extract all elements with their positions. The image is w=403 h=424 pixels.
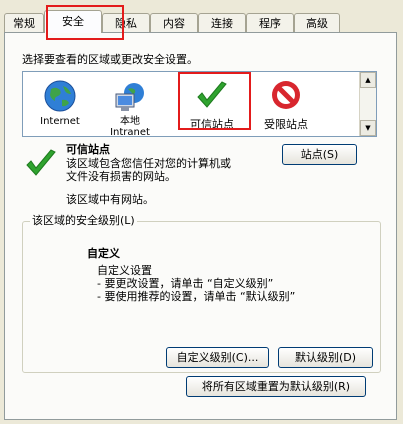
reset-all-zones-button[interactable]: 将所有区域重置为默认级别(R) bbox=[186, 376, 366, 397]
restricted-icon bbox=[268, 78, 304, 114]
security-level-line-3: - 要使用推荐的设置，请单击 “默认级别” bbox=[97, 290, 296, 303]
zone-internet-label: Internet bbox=[40, 116, 80, 127]
tab-content[interactable]: 内容 bbox=[150, 13, 198, 32]
zone-list[interactable]: Internet 本地 Intranet 可信站点 受限站点 ▲ ▼ bbox=[22, 71, 377, 138]
tab-content-label: 内容 bbox=[163, 17, 185, 30]
scroll-down-arrow-icon[interactable]: ▼ bbox=[360, 120, 376, 136]
tab-general-label: 常规 bbox=[13, 17, 35, 30]
tab-programs-label: 程序 bbox=[259, 17, 281, 30]
tab-connections-label: 连接 bbox=[211, 17, 233, 30]
tab-general[interactable]: 常规 bbox=[4, 13, 44, 32]
zone-internet[interactable]: Internet bbox=[25, 78, 95, 127]
zone-restricted-sites[interactable]: 受限站点 bbox=[251, 78, 321, 132]
tab-security[interactable]: 安全 bbox=[44, 10, 102, 33]
custom-level-button[interactable]: 自定义级别(C)... bbox=[166, 347, 269, 368]
security-level-group-label: 该区域的安全级别(L) bbox=[30, 212, 137, 228]
selected-zone-description-2: 文件没有损害的网站。 bbox=[66, 170, 176, 183]
tab-privacy-label: 隐私 bbox=[115, 17, 137, 30]
zone-restricted-label: 受限站点 bbox=[264, 118, 308, 131]
intranet-icon bbox=[112, 78, 148, 114]
selected-zone-checkmark-icon bbox=[23, 146, 59, 182]
instruction-text: 选择要查看的区域或更改安全设置。 bbox=[22, 53, 198, 66]
tab-advanced-label: 高级 bbox=[306, 17, 328, 30]
security-level-title: 自定义 bbox=[87, 247, 120, 260]
globe-icon bbox=[42, 78, 78, 114]
tab-privacy[interactable]: 隐私 bbox=[102, 13, 150, 32]
default-level-button[interactable]: 默认级别(D) bbox=[278, 347, 373, 368]
scroll-up-arrow-icon[interactable]: ▲ bbox=[360, 72, 376, 88]
zone-local-intranet[interactable]: 本地 Intranet bbox=[95, 78, 165, 138]
tab-security-label: 安全 bbox=[62, 15, 84, 28]
zone-list-scrollbar[interactable]: ▲ ▼ bbox=[359, 72, 376, 136]
zone-trusted-label: 可信站点 bbox=[190, 118, 234, 131]
selected-zone-note: 该区域中有网站。 bbox=[66, 193, 154, 206]
tab-programs[interactable]: 程序 bbox=[246, 13, 294, 32]
zone-trusted-sites[interactable]: 可信站点 bbox=[177, 78, 247, 132]
checkmark-icon bbox=[194, 78, 230, 114]
zone-intranet-label: 本地 Intranet bbox=[110, 116, 150, 138]
sites-button[interactable]: 站点(S) bbox=[282, 144, 357, 165]
tab-connections[interactable]: 连接 bbox=[198, 13, 246, 32]
tab-advanced[interactable]: 高级 bbox=[294, 13, 340, 32]
